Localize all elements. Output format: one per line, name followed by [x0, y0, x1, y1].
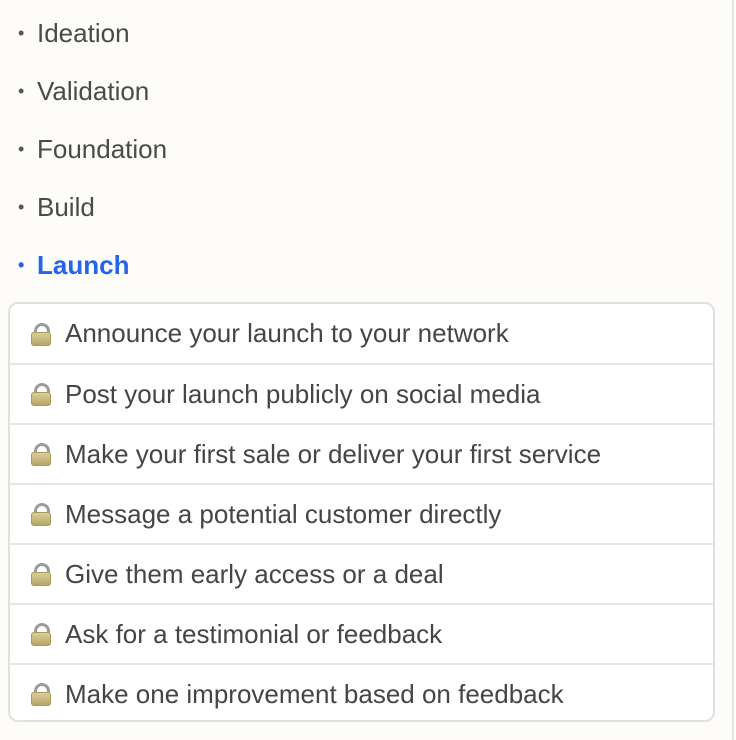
- lock-icon: [30, 682, 52, 706]
- stage-panel: • Ideation • Validation • Foundation • B…: [0, 0, 734, 740]
- task-label: Ask for a testimonial or feedback: [65, 618, 443, 649]
- stage-label: Build: [37, 191, 95, 222]
- stage-list: • Ideation • Validation • Foundation • B…: [18, 4, 167, 294]
- bullet-icon: •: [18, 80, 25, 101]
- stage-label: Validation: [37, 75, 150, 106]
- task-item: Make one improvement based on feedback: [10, 663, 713, 720]
- task-label: Post your launch publicly on social medi…: [65, 378, 541, 409]
- lock-icon: [30, 502, 52, 526]
- task-item: Make your first sale or deliver your fir…: [10, 423, 713, 483]
- task-label: Make your first sale or deliver your fir…: [65, 438, 602, 469]
- lock-icon: [30, 382, 52, 406]
- stage-label: Launch: [37, 249, 130, 280]
- lock-icon: [30, 622, 52, 646]
- task-label: Make one improvement based on feedback: [65, 678, 564, 709]
- launch-task-list: Announce your launch to your network Pos…: [8, 302, 715, 722]
- bullet-icon: •: [18, 22, 25, 43]
- task-item: Give them early access or a deal: [10, 543, 713, 603]
- lock-icon: [30, 562, 52, 586]
- stage-label: Ideation: [37, 17, 130, 48]
- stage-item-launch[interactable]: • Launch: [18, 236, 167, 294]
- lock-icon: [30, 442, 52, 466]
- task-item: Ask for a testimonial or feedback: [10, 603, 713, 663]
- task-item: Announce your launch to your network: [10, 304, 713, 363]
- task-item: Post your launch publicly on social medi…: [10, 363, 713, 423]
- stage-item-build[interactable]: • Build: [18, 178, 167, 236]
- lock-icon: [30, 322, 52, 346]
- bullet-icon: •: [18, 138, 25, 159]
- stage-item-foundation[interactable]: • Foundation: [18, 120, 167, 178]
- bullet-icon: •: [18, 196, 25, 217]
- task-item: Message a potential customer directly: [10, 483, 713, 543]
- stage-label: Foundation: [37, 133, 168, 164]
- task-label: Announce your launch to your network: [65, 318, 509, 348]
- stage-item-ideation[interactable]: • Ideation: [18, 4, 167, 62]
- task-label: Message a potential customer directly: [65, 498, 502, 529]
- stage-item-validation[interactable]: • Validation: [18, 62, 167, 120]
- task-label: Give them early access or a deal: [65, 558, 444, 589]
- bullet-icon: •: [18, 254, 25, 275]
